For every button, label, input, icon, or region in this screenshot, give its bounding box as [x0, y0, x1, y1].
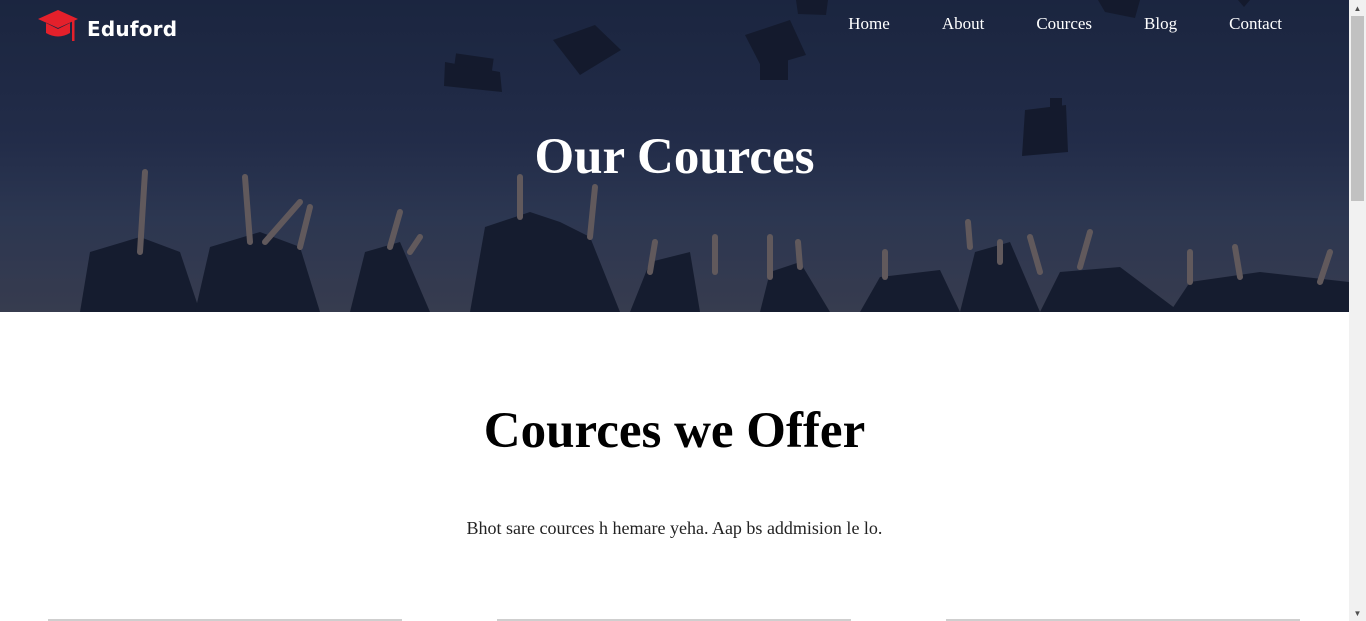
- nav-blog-link[interactable]: Blog: [1118, 13, 1203, 35]
- page-scrollbar[interactable]: ▲ ▼: [1349, 0, 1366, 621]
- nav-cources-link[interactable]: Cources: [1010, 13, 1118, 35]
- main-nav: Home About Cources Blog Contact: [822, 13, 1282, 35]
- nav-home-link[interactable]: Home: [822, 13, 916, 35]
- brand-logo[interactable]: Eduford: [37, 8, 177, 49]
- scroll-down-icon[interactable]: ▼: [1349, 605, 1366, 621]
- scrollbar-thumb[interactable]: [1351, 16, 1364, 201]
- nav-contact-link[interactable]: Contact: [1203, 13, 1282, 35]
- hero-title: Our Cources: [534, 129, 815, 185]
- scroll-up-icon[interactable]: ▲: [1349, 0, 1366, 16]
- hero-banner: Eduford Home About Cources Blog Contact …: [0, 0, 1349, 312]
- graduation-cap-icon: [37, 8, 79, 49]
- section-description: Bhot sare cources h hemare yeha. Aap bs …: [466, 518, 883, 538]
- nav-about-link[interactable]: About: [916, 13, 1011, 35]
- section-title: Cources we Offer: [483, 403, 866, 459]
- brand-name: Eduford: [87, 16, 178, 41]
